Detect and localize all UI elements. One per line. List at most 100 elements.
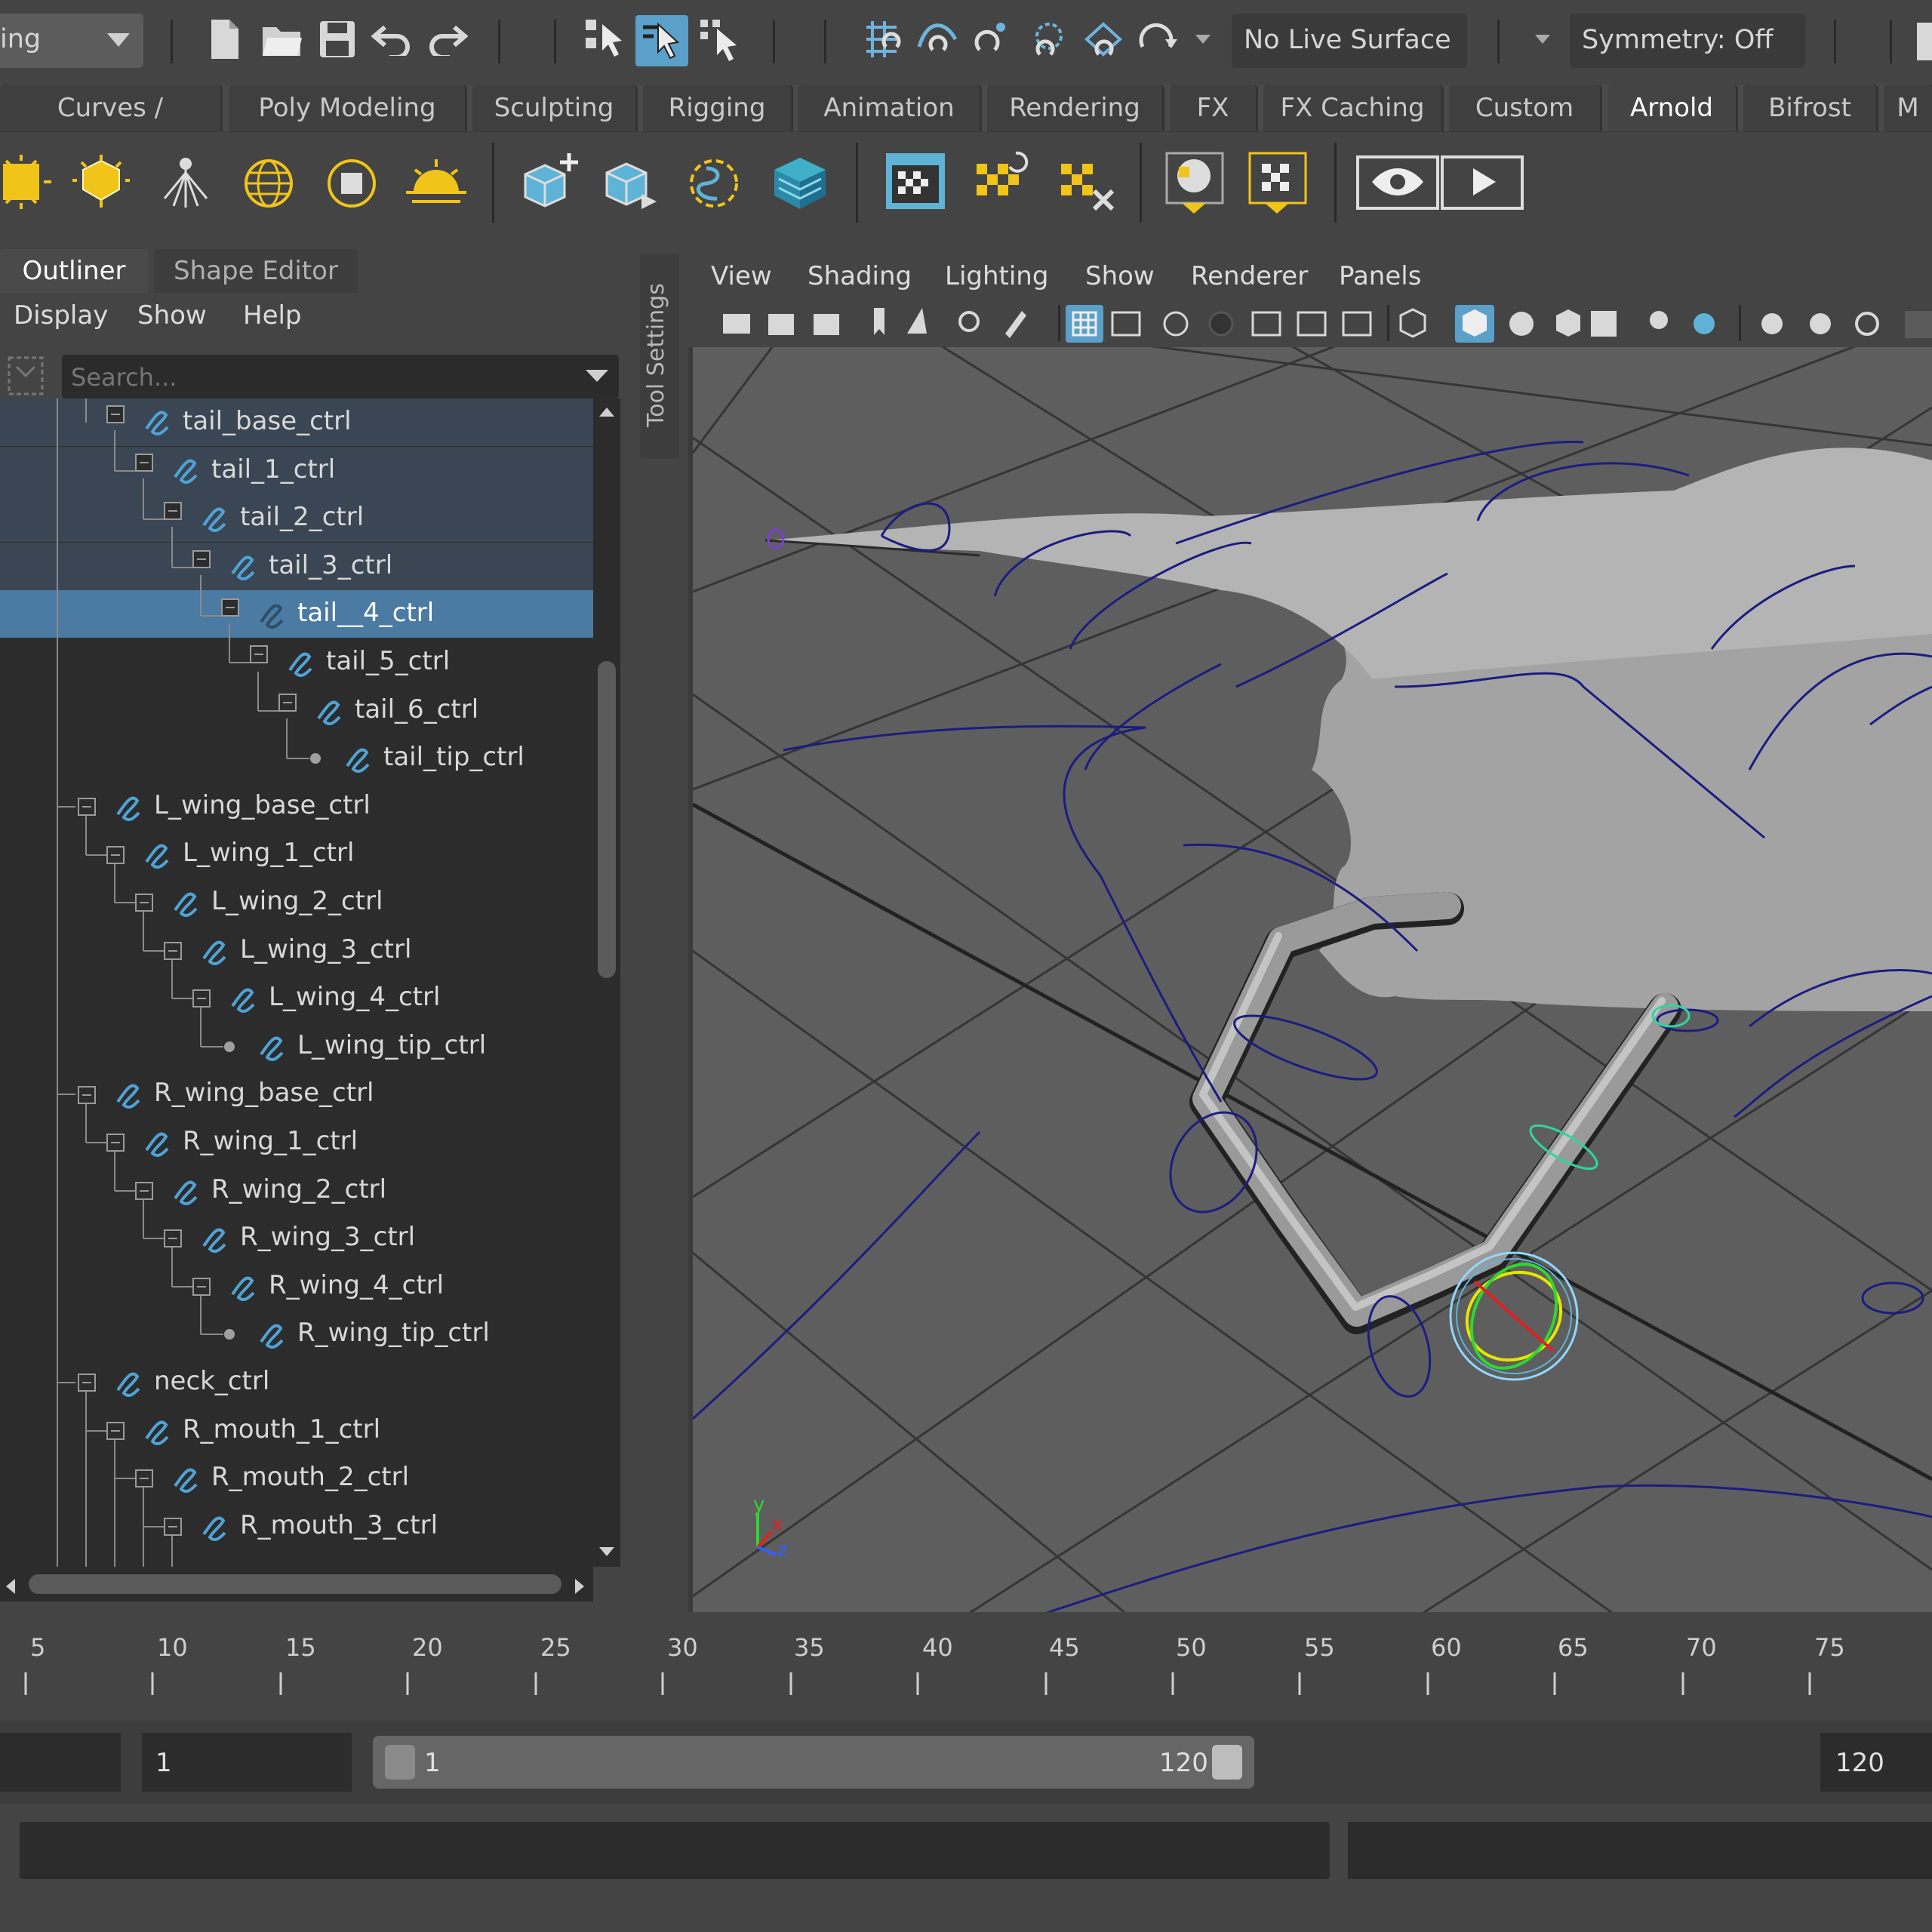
make-live-icon[interactable]	[1135, 17, 1180, 62]
new-scene-icon[interactable]	[208, 18, 242, 60]
safe-title-icon[interactable]	[1342, 311, 1372, 337]
live-surface-field[interactable]: No Live Surface	[1232, 14, 1467, 68]
camera-attributes-icon[interactable]	[768, 314, 794, 335]
skydome-light-icon[interactable]	[238, 155, 299, 212]
image-plane-icon[interactable]	[907, 308, 927, 334]
tab-arnold[interactable]: Arnold	[1607, 85, 1738, 131]
tool-settings-tab[interactable]: Tool Settings	[640, 254, 679, 459]
tab-rigging[interactable]: Rigging	[643, 85, 793, 131]
scroll-down-icon[interactable]	[598, 1546, 616, 1558]
scroll-thumb[interactable]	[29, 1574, 561, 1594]
menu-panels[interactable]: Panels	[1339, 261, 1421, 291]
range-slider[interactable]: 1 120	[373, 1736, 1254, 1789]
render-sequence-icon[interactable]	[1440, 155, 1524, 211]
menu-show[interactable]: Show	[137, 300, 207, 331]
tab-animation[interactable]: Animation	[798, 85, 982, 131]
menu-show[interactable]: Show	[1085, 261, 1155, 291]
area-light-icon[interactable]	[0, 153, 53, 211]
symmetry-field[interactable]: Symmetry: Off	[1570, 14, 1805, 68]
grease-pencil-icon[interactable]	[1005, 311, 1026, 338]
tab-poly-modeling[interactable]: Poly Modeling	[229, 85, 467, 131]
viewport-panel[interactable]: View Shading Lighting Show Renderer Pane…	[688, 254, 1932, 1612]
scroll-right-icon[interactable]	[574, 1577, 586, 1595]
screen-space-ao-icon[interactable]	[1694, 313, 1715, 334]
time-slider[interactable]: 5 10 15 20 25 30 35 40 45 50 55 60 65 70…	[0, 1623, 1932, 1707]
textured-icon[interactable]	[1556, 309, 1580, 337]
tab-more[interactable]: M	[1884, 85, 1932, 131]
bookmark-icon[interactable]	[874, 308, 884, 335]
scroll-up-icon[interactable]	[598, 406, 616, 418]
material-viewer-icon[interactable]	[1164, 150, 1227, 215]
end-time-field[interactable]: 120	[1820, 1733, 1932, 1792]
open-scene-icon[interactable]	[261, 21, 303, 59]
gate-mask-icon[interactable]	[1208, 311, 1234, 337]
filter-icon[interactable]	[6, 355, 45, 397]
tab-outliner[interactable]: Outliner	[0, 249, 148, 293]
resolution-gate-icon[interactable]	[1163, 311, 1189, 337]
use-all-lights-icon[interactable]	[1591, 311, 1617, 337]
snap-view-plane-icon[interactable]	[1081, 17, 1126, 62]
depth-of-field-icon[interactable]	[1855, 312, 1879, 336]
undo-icon[interactable]	[371, 23, 414, 56]
menu-help[interactable]: Help	[243, 300, 302, 331]
render-view-icon[interactable]	[883, 149, 948, 214]
menu-shading[interactable]: Shading	[808, 261, 912, 291]
ipr-render-icon[interactable]	[971, 149, 1035, 214]
film-gate-icon[interactable]	[1111, 311, 1141, 337]
flush-cache-icon[interactable]	[1055, 149, 1120, 214]
range-start-handle[interactable]	[385, 1745, 415, 1780]
tab-curves-surfaces[interactable]: Curves / Surfaces	[0, 85, 223, 170]
anti-aliasing-icon[interactable]	[1810, 313, 1831, 334]
scroll-thumb[interactable]	[598, 661, 616, 978]
camera-icon[interactable]	[723, 314, 750, 334]
photometric-light-icon[interactable]	[155, 153, 216, 214]
vertical-scrollbar[interactable]	[593, 398, 620, 1567]
range-end-handle[interactable]	[1212, 1745, 1242, 1780]
start-time-field[interactable]	[0, 1733, 121, 1792]
snap-curve-icon[interactable]	[915, 17, 960, 62]
chevron-down-icon[interactable]	[584, 367, 610, 385]
field-chart-icon[interactable]	[1251, 311, 1281, 337]
motion-blur-icon[interactable]	[1761, 313, 1783, 334]
select-hierarchy-icon[interactable]	[583, 17, 628, 63]
menu-view[interactable]: View	[711, 261, 772, 291]
range-start-field[interactable]: 1	[142, 1733, 352, 1792]
chevron-down-icon[interactable]	[1194, 33, 1212, 45]
tab-fx-caching[interactable]: FX Caching	[1263, 85, 1444, 131]
menu-renderer[interactable]: Renderer	[1191, 261, 1308, 291]
create-stand-in-icon[interactable]	[519, 150, 583, 214]
2d-pan-zoom-icon[interactable]	[958, 311, 980, 332]
menu-lighting[interactable]: Lighting	[945, 261, 1048, 291]
export-stand-in-icon[interactable]	[601, 150, 664, 214]
volume-icon[interactable]	[768, 153, 832, 214]
save-scene-icon[interactable]	[318, 20, 356, 59]
mesh-light-icon[interactable]	[72, 153, 130, 211]
snap-point-icon[interactable]	[971, 17, 1016, 62]
tab-sculpting[interactable]: Sculpting	[472, 85, 638, 131]
curve-collector-icon[interactable]	[684, 153, 744, 214]
safe-action-icon[interactable]	[1297, 311, 1327, 337]
wireframe-icon[interactable]	[1399, 308, 1426, 338]
wireframe-on-shaded-icon[interactable]	[1509, 312, 1534, 336]
command-input[interactable]	[20, 1822, 1330, 1879]
light-portal-icon[interactable]	[321, 155, 382, 212]
select-component-icon[interactable]	[697, 17, 743, 63]
tab-bifrost[interactable]: Bifrost	[1743, 85, 1878, 131]
isolate-select-icon[interactable]	[1905, 311, 1932, 338]
3d-scene[interactable]: y x z	[693, 347, 1932, 1612]
snap-projected-center-icon[interactable]	[1026, 17, 1072, 62]
menu-display[interactable]: Display	[14, 300, 108, 331]
tab-shape-editor[interactable]: Shape Editor	[154, 249, 358, 293]
menu-set-dropdown[interactable]: ing	[0, 14, 143, 68]
tab-rendering[interactable]: Rendering	[987, 85, 1164, 131]
scroll-left-icon[interactable]	[5, 1577, 17, 1595]
shadows-icon[interactable]	[1650, 311, 1668, 329]
bookmarks-icon[interactable]	[814, 314, 839, 335]
outliner-search[interactable]	[62, 355, 619, 398]
texture-manager-icon[interactable]	[1247, 150, 1310, 215]
horizontal-scrollbar[interactable]	[0, 1567, 593, 1601]
search-input[interactable]	[69, 361, 571, 394]
physical-sky-icon[interactable]	[405, 155, 469, 212]
redo-icon[interactable]	[426, 23, 468, 56]
sidebar-toggle-icon[interactable]	[1917, 23, 1932, 60]
